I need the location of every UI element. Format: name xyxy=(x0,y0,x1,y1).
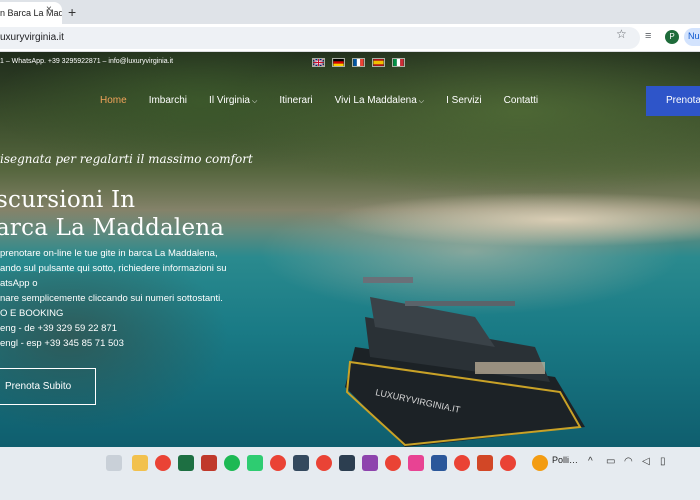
france-flag-icon[interactable] xyxy=(352,58,365,67)
hero-text-line: atsApp o xyxy=(0,278,38,289)
chrome-icon[interactable] xyxy=(385,455,401,471)
weather-icon[interactable] xyxy=(532,455,548,471)
volume-icon[interactable]: ◁ xyxy=(642,456,650,467)
reading-list-icon[interactable]: ≡ xyxy=(645,30,651,42)
powerpoint-icon[interactable] xyxy=(477,455,493,471)
nav-label: Vivi La Maddalena xyxy=(334,95,417,106)
chevron-up-icon[interactable]: ^ xyxy=(588,456,593,467)
profile-button[interactable]: Nu xyxy=(684,28,700,46)
wifi-icon[interactable]: ◠ xyxy=(624,456,633,467)
boat-image: LUXURYVIRGINIA.IT xyxy=(345,277,585,447)
network-icon[interactable]: ▭ xyxy=(606,456,615,467)
chrome-icon[interactable] xyxy=(155,455,171,471)
germany-flag-icon[interactable] xyxy=(332,58,345,67)
nav-item-home[interactable]: Home xyxy=(100,95,127,106)
hero-title-line-2: arca La Maddalena xyxy=(0,215,225,241)
spotify-icon[interactable] xyxy=(224,455,240,471)
hero-text-line: prenotare on-line le tue gite in barca L… xyxy=(0,248,218,259)
beach-background xyxy=(330,192,700,247)
main-nav: Home Imbarchi Il Virginia ⌵ Itinerari Viv… xyxy=(100,95,560,106)
app-icon[interactable] xyxy=(247,455,263,471)
browser-tab-strip: n Barca La Maddalena × + xyxy=(0,0,700,24)
chrome-icon[interactable] xyxy=(270,455,286,471)
word-icon[interactable] xyxy=(431,455,447,471)
book-now-button[interactable]: Prenota Subito xyxy=(0,368,96,405)
app-icon[interactable] xyxy=(293,455,309,471)
nav-item-contatti[interactable]: Contatti xyxy=(504,95,538,106)
hero-text-line: nare semplicemente cliccando sui numeri … xyxy=(0,293,223,304)
bookmark-star-icon[interactable]: ☆ xyxy=(616,27,627,41)
profile-avatar[interactable]: P xyxy=(665,30,679,44)
url-text: uxuryvirginia.it xyxy=(0,32,64,43)
prenota-button[interactable]: Prenota xyxy=(646,86,700,116)
nav-item-imbarchi[interactable]: Imbarchi xyxy=(149,95,187,106)
hero-text-line: ando sul pulsante qui sotto, richiedere … xyxy=(0,263,227,274)
app-icon[interactable] xyxy=(339,455,355,471)
file-explorer-icon[interactable] xyxy=(132,455,148,471)
chrome-icon[interactable] xyxy=(500,455,516,471)
chevron-down-icon: ⌵ xyxy=(418,98,425,105)
nav-item-vivi-la-maddalena[interactable]: Vivi La Maddalena ⌵ xyxy=(335,95,424,106)
nav-item-i-servizi[interactable]: I Servizi xyxy=(446,95,482,106)
contact-info: 1 – WhatsApp. +39 3295922871 – info@luxu… xyxy=(0,58,174,65)
language-flags xyxy=(312,58,405,67)
chrome-icon[interactable] xyxy=(454,455,470,471)
battery-icon[interactable]: ▯ xyxy=(660,456,666,467)
uk-flag-icon[interactable] xyxy=(312,58,325,67)
nav-item-il-virginia[interactable]: Il Virginia ⌵ xyxy=(209,95,257,106)
weather-label[interactable]: Polli… xyxy=(552,455,578,465)
nav-item-itinerari[interactable]: Itinerari xyxy=(279,95,312,106)
excel-icon[interactable] xyxy=(178,455,194,471)
browser-tab[interactable]: n Barca La Maddalena × xyxy=(0,2,62,24)
close-icon[interactable]: × xyxy=(46,4,52,15)
chrome-icon[interactable] xyxy=(316,455,332,471)
task-view-icon[interactable] xyxy=(106,455,122,471)
tab-title: n Barca La Maddalena xyxy=(0,8,62,18)
app-icon[interactable] xyxy=(201,455,217,471)
app-icon[interactable] xyxy=(408,455,424,471)
app-icon[interactable] xyxy=(362,455,378,471)
new-tab-button[interactable]: + xyxy=(68,4,76,20)
taskbar: Polli… ^ ▭ ◠ ◁ ▯ xyxy=(0,447,700,500)
address-bar[interactable]: uxuryvirginia.it xyxy=(0,27,640,49)
italy-flag-icon[interactable] xyxy=(392,58,405,67)
chevron-down-icon: ⌵ xyxy=(252,98,258,105)
phone-link-1[interactable]: eng - de +39 329 59 22 871 xyxy=(0,323,117,334)
phone-link-2[interactable]: engl - esp +39 345 85 71 503 xyxy=(0,338,124,349)
nav-label: Il Virginia xyxy=(209,95,250,106)
hero-text-line: O E BOOKING xyxy=(0,308,64,319)
address-bar-row: uxuryvirginia.it ☆ xyxy=(0,24,700,52)
spain-flag-icon[interactable] xyxy=(372,58,385,67)
hero-title-line-1: scursioni In xyxy=(0,187,136,213)
hero-section: LUXURYVIRGINIA.IT 1 – WhatsApp. +39 3295… xyxy=(0,52,700,447)
tagline: isegnata per regalarti il massimo comfor… xyxy=(0,152,253,166)
